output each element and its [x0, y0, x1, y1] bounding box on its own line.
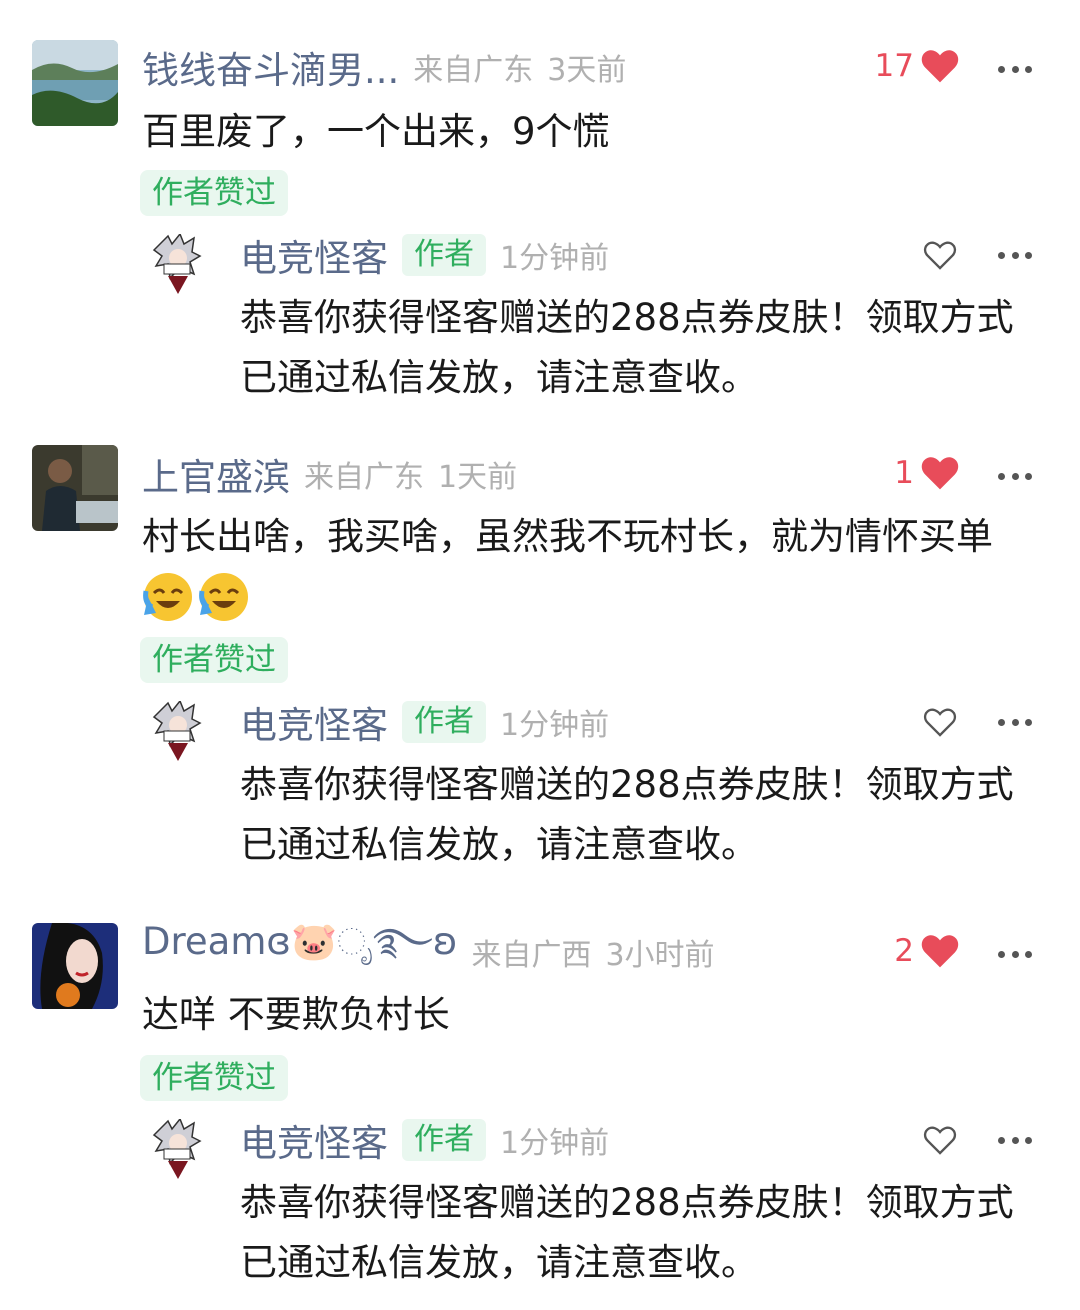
- comment-meta: 上官盛滨 来自广东 1天前: [142, 441, 517, 507]
- more-icon[interactable]: [998, 949, 1032, 959]
- illustrated-woman-avatar-image: [32, 923, 118, 1009]
- comment-meta: 钱线奋斗滴男... 来自广东 3天前: [142, 34, 626, 100]
- comment-text: 村长出啥，我买啥，虽然我不玩村长，就为情怀买单: [142, 515, 993, 558]
- comment-meta: Dreamɞ🐷ೃ࿐ʚ 来自广西 3小时前: [142, 919, 715, 985]
- reply-more-icon[interactable]: [998, 1135, 1032, 1145]
- location: 来自广东: [413, 53, 534, 88]
- avatar[interactable]: [32, 445, 118, 531]
- heart-outline-icon[interactable]: [922, 1124, 958, 1156]
- anime-avatar-icon[interactable]: [150, 234, 206, 298]
- timestamp: 1天前: [438, 460, 518, 495]
- comment-text: 百里废了，一个出来，9个慌: [142, 110, 610, 153]
- reply-meta: 电竞怪客 作者 1分钟前: [240, 230, 609, 280]
- anime-avatar-icon[interactable]: [150, 701, 206, 765]
- like-count: 2: [894, 933, 914, 969]
- author-tag: 作者: [402, 701, 486, 743]
- reply-username[interactable]: 电竞怪客: [240, 695, 388, 749]
- reply-meta: 电竞怪客 作者 1分钟前: [240, 697, 609, 747]
- heart-filled-icon: [921, 935, 959, 968]
- reply-timestamp: 1分钟前: [500, 708, 610, 743]
- heart-filled-icon: [921, 457, 959, 490]
- person-photo-avatar-image: [32, 445, 118, 531]
- like-button[interactable]: 2: [894, 933, 960, 969]
- timestamp: 3天前: [547, 53, 627, 88]
- author-liked-badge: 作者赞过: [140, 1055, 288, 1101]
- author-liked-badge: 作者赞过: [140, 637, 288, 683]
- laugh-cry-emoji-icon: [199, 573, 248, 621]
- reply-timestamp: 1分钟前: [500, 1126, 610, 1161]
- anime-avatar-icon[interactable]: [150, 1119, 206, 1183]
- heart-filled-icon: [921, 50, 959, 83]
- reply-username[interactable]: 电竞怪客: [240, 1113, 388, 1167]
- reply-meta: 电竞怪客 作者 1分钟前: [240, 1115, 609, 1165]
- location: 来自广西: [471, 938, 592, 973]
- like-count: 17: [874, 48, 914, 84]
- more-icon[interactable]: [998, 471, 1032, 481]
- username[interactable]: 上官盛滨: [142, 447, 290, 501]
- laugh-cry-emoji-icon: [143, 573, 192, 621]
- landscape-avatar-image: [32, 40, 118, 126]
- like-button[interactable]: 17: [875, 48, 960, 84]
- location: 来自广东: [304, 460, 424, 495]
- heart-outline-icon[interactable]: [922, 239, 958, 271]
- reply-more-icon[interactable]: [998, 250, 1032, 260]
- like-button[interactable]: 1: [894, 455, 960, 491]
- more-icon[interactable]: [998, 64, 1032, 74]
- reply-timestamp: 1分钟前: [500, 241, 610, 276]
- like-count: 1: [894, 455, 914, 491]
- reply-more-icon[interactable]: [998, 717, 1032, 727]
- username[interactable]: 钱线奋斗滴男...: [142, 40, 399, 94]
- avatar[interactable]: [32, 40, 118, 126]
- comment-text: 达咩 不要欺负村长: [142, 993, 450, 1036]
- reply-text: 恭喜你获得怪客赠送的288点券皮肤！领取方式已通过私信发放，请注意查收。: [240, 763, 1014, 866]
- heart-outline-icon[interactable]: [922, 706, 958, 738]
- author-liked-badge: 作者赞过: [140, 170, 288, 216]
- author-tag: 作者: [402, 1119, 486, 1161]
- reply-text: 恭喜你获得怪客赠送的288点券皮肤！领取方式已通过私信发放，请注意查收。: [240, 1181, 1014, 1284]
- reply-username[interactable]: 电竞怪客: [240, 228, 388, 282]
- reply-text: 恭喜你获得怪客赠送的288点券皮肤！领取方式已通过私信发放，请注意查收。: [240, 296, 1014, 399]
- emoji-row: [142, 571, 1040, 623]
- comment-text-block: 村长出啥，我买啥，虽然我不玩村长，就为情怀买单: [142, 507, 1040, 623]
- timestamp: 3小时前: [605, 938, 715, 973]
- avatar[interactable]: [32, 923, 118, 1009]
- author-tag: 作者: [402, 234, 486, 276]
